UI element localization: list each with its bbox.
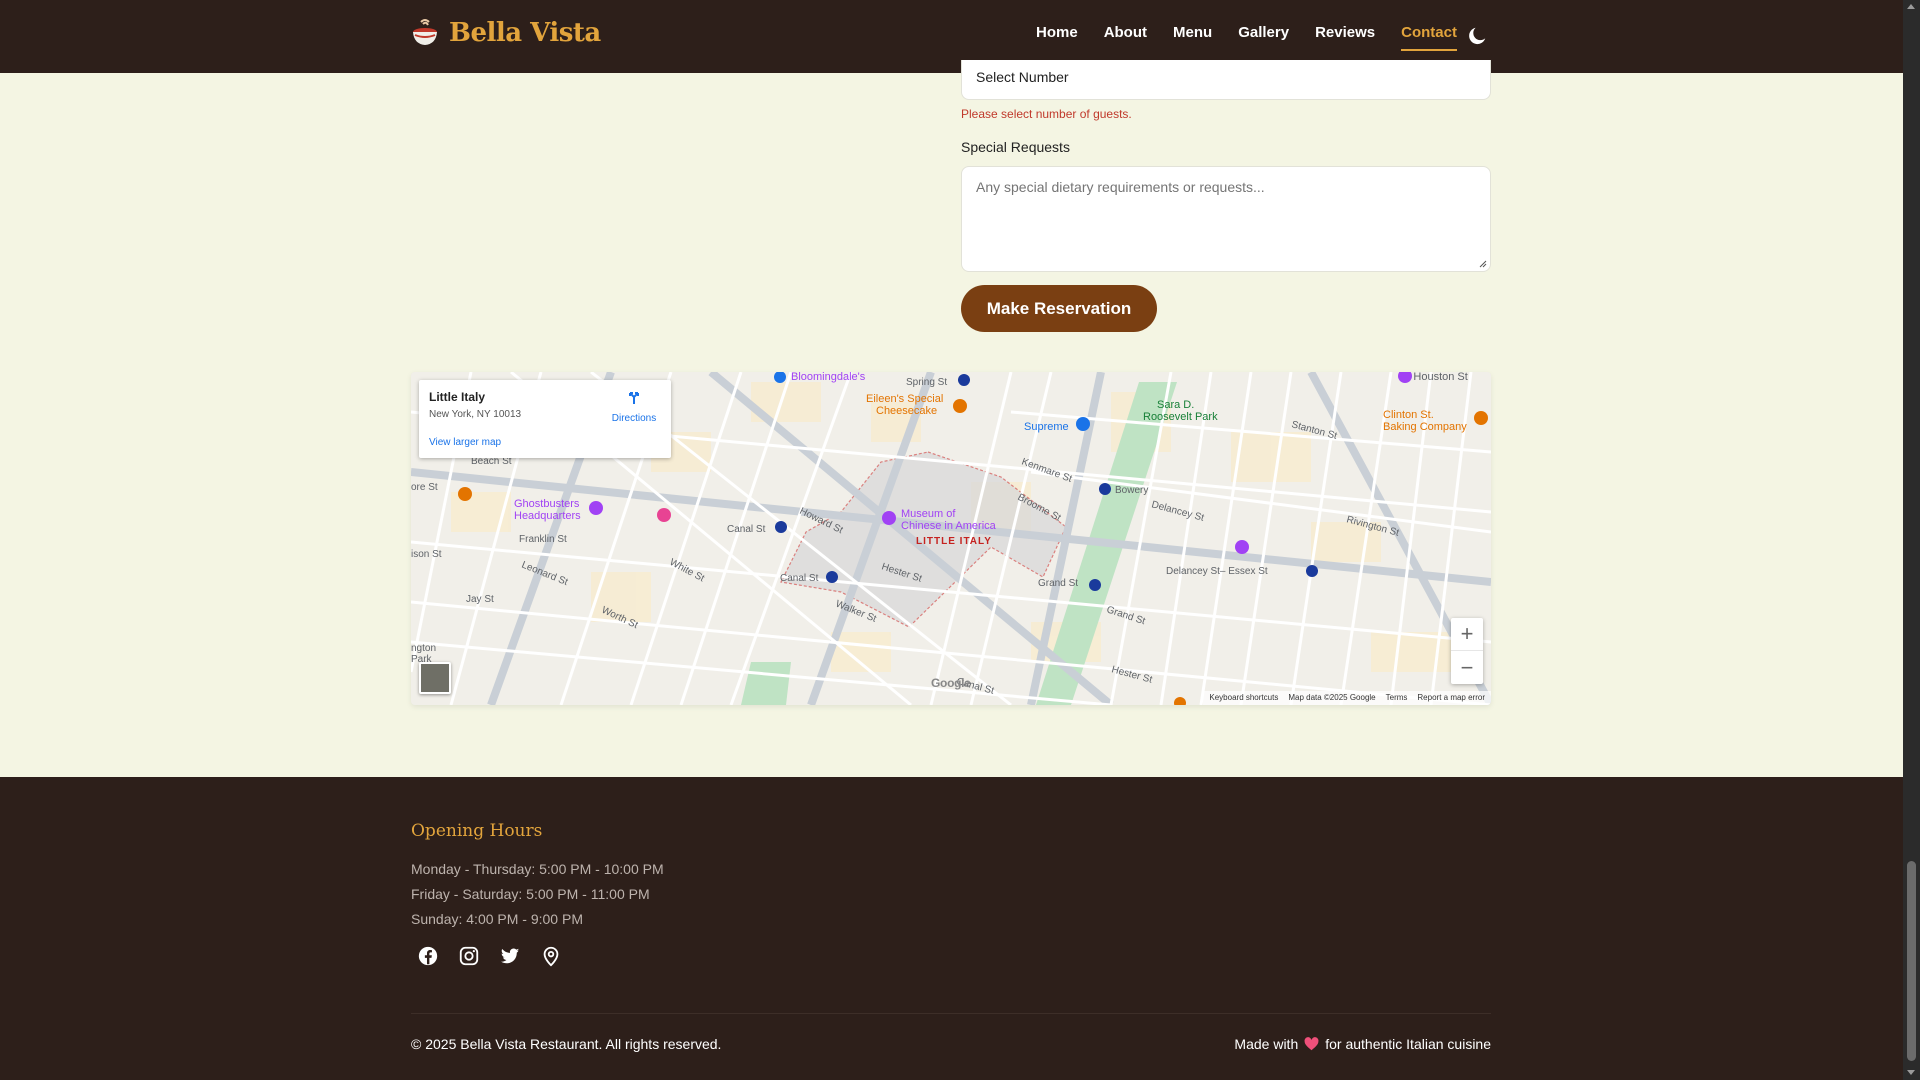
site-footer: Opening Hours Monday - Thursday: 5:00 PM… (0, 777, 1903, 1080)
zoom-in-button[interactable]: + (1451, 618, 1483, 651)
svg-text:Franklin St: Franklin St (519, 534, 567, 545)
svg-text:Cheesecake: Cheesecake (876, 405, 937, 417)
svg-text:Clinton St.: Clinton St. (1383, 409, 1434, 421)
svg-text:Canal St: Canal St (780, 573, 819, 584)
social-links (417, 945, 562, 967)
svg-text:Bloomingdale's: Bloomingdale's (791, 372, 866, 383)
make-reservation-button[interactable]: Make Reservation (961, 285, 1157, 332)
made-with-text: Made with for authentic Italian cuisine (1234, 1036, 1491, 1052)
top-navbar: Bella Vista Home About Menu Gallery Revi… (0, 0, 1903, 73)
svg-text:Jay St: Jay St (466, 594, 494, 605)
nav-contact[interactable]: Contact (1401, 24, 1457, 51)
svg-text:ore St: ore St (411, 482, 438, 493)
directions-icon (629, 392, 639, 404)
moon-icon[interactable] (1466, 25, 1488, 47)
svg-text:Chinese in America: Chinese in America (901, 520, 997, 532)
svg-text:E Houston St: E Houston St (1403, 372, 1468, 383)
special-requests-label: Special Requests (961, 139, 1070, 155)
svg-text:Supreme: Supreme (1024, 421, 1069, 433)
view-larger-map-link[interactable]: View larger map (429, 437, 501, 448)
google-logo: Google (931, 676, 971, 690)
map-pin-icon[interactable] (540, 945, 562, 967)
map-place-name: Little Italy (429, 390, 486, 404)
guests-error: Please select number of guests. (961, 107, 1132, 121)
svg-text:Spring St: Spring St (906, 377, 947, 388)
heart-icon (1304, 1037, 1319, 1051)
svg-text:ison St: ison St (411, 549, 442, 560)
footer-divider (411, 1013, 1491, 1014)
page-scrollbar[interactable] (1903, 0, 1920, 1080)
nav-reviews[interactable]: Reviews (1315, 24, 1375, 47)
resize-grip-icon[interactable] (1479, 260, 1487, 268)
made-with-prefix: Made with (1234, 1036, 1299, 1052)
terms-link[interactable]: Terms (1386, 693, 1408, 703)
guests-select[interactable]: Select Number (961, 60, 1491, 100)
svg-text:Sara D.: Sara D. (1157, 399, 1194, 411)
report-map-error-link[interactable]: Report a map error (1417, 693, 1485, 703)
svg-text:Bowery: Bowery (1115, 485, 1148, 496)
svg-text:Canal St: Canal St (727, 524, 766, 535)
directions-button[interactable]: Directions (605, 390, 663, 424)
svg-text:Eileen's Special: Eileen's Special (866, 393, 943, 405)
opening-hours-title: Opening Hours (411, 821, 543, 841)
pasta-bowl-icon (413, 19, 437, 45)
nav-home[interactable]: Home (1036, 24, 1078, 47)
svg-text:Roosevelt Park: Roosevelt Park (1143, 411, 1218, 423)
special-requests-textarea[interactable] (961, 166, 1491, 272)
svg-text:ngton: ngton (411, 643, 436, 654)
directions-label: Directions (611, 413, 657, 424)
map-place-address: New York, NY 10013 (429, 409, 522, 420)
made-with-suffix: for authentic Italian cuisine (1325, 1036, 1491, 1052)
twitter-icon[interactable] (499, 945, 521, 967)
brand[interactable]: Bella Vista (411, 18, 601, 48)
scroll-down-arrow[interactable] (1907, 1070, 1915, 1075)
svg-text:Headquarters: Headquarters (514, 510, 581, 522)
zoom-out-button[interactable]: − (1451, 651, 1483, 684)
svg-text:Ghostbusters: Ghostbusters (514, 498, 580, 510)
hours-weekend: Friday - Saturday: 5:00 PM - 11:00 PM (411, 886, 650, 902)
copyright-text: © 2025 Bella Vista Restaurant. All right… (411, 1036, 722, 1052)
opening-hours-list: Monday - Thursday: 5:00 PM - 10:00 PM Fr… (411, 857, 664, 932)
svg-text:Delancey St– Essex St: Delancey St– Essex St (1166, 566, 1268, 577)
map-attribution: Keyboard shortcuts Map data ©2025 Google… (1203, 691, 1491, 705)
map-zoom-controls: + − (1451, 618, 1483, 684)
nav-menu[interactable]: Menu (1173, 24, 1212, 47)
main-nav: Home About Menu Gallery Reviews Contact (1036, 24, 1483, 51)
keyboard-shortcuts-link[interactable]: Keyboard shortcuts (1209, 693, 1278, 703)
scroll-thumb[interactable] (1907, 861, 1916, 1061)
embedded-map[interactable]: Spring St Kenmare St Broome St Grand St … (411, 372, 1491, 705)
hours-sunday: Sunday: 4:00 PM - 9:00 PM (411, 911, 583, 927)
little-italy-label: LITTLE ITALY (916, 536, 992, 547)
nav-gallery[interactable]: Gallery (1238, 24, 1289, 47)
map-layer-toggle[interactable] (419, 662, 451, 694)
svg-text:Grand St: Grand St (1038, 578, 1078, 589)
map-data-text: Map data ©2025 Google (1288, 693, 1376, 702)
instagram-icon[interactable] (458, 945, 480, 967)
map-place-card: Little Italy New York, NY 10013 View lar… (419, 380, 671, 458)
scroll-up-arrow[interactable] (1907, 4, 1915, 9)
svg-text:Museum of: Museum of (901, 508, 956, 520)
hours-weekdays: Monday - Thursday: 5:00 PM - 10:00 PM (411, 861, 664, 877)
nav-about[interactable]: About (1104, 24, 1147, 47)
svg-text:Baking Company: Baking Company (1383, 421, 1467, 433)
facebook-icon[interactable] (417, 945, 439, 967)
brand-name: Bella Vista (449, 18, 601, 48)
